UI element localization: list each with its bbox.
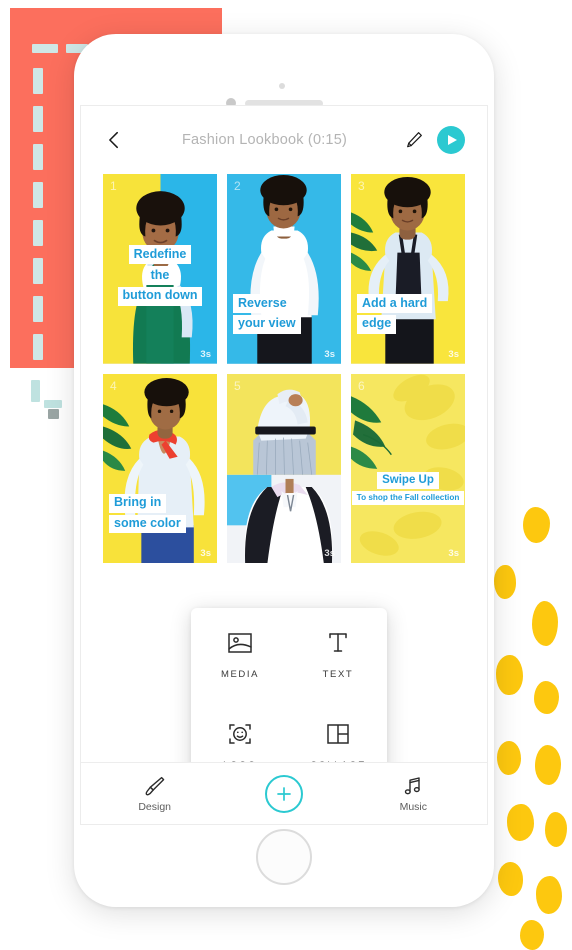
storyboard-card[interactable]: 3 Add a hard edge 3s — [351, 174, 465, 364]
toolbar-design-label: Design — [138, 801, 171, 813]
logo-smiley-icon — [229, 724, 251, 744]
caption-line: Add a hard — [357, 294, 433, 313]
card-artwork — [103, 373, 217, 564]
card-index: 6 — [358, 378, 365, 393]
menu-item-media[interactable]: MEDIA — [191, 608, 289, 699]
storyboard-card[interactable]: 5 3s — [227, 373, 341, 564]
caption-line: Reverse — [233, 294, 292, 313]
app-screen: Fashion Lookbook (0:15) 1 Redefine the b… — [80, 105, 488, 825]
header-actions — [404, 126, 465, 154]
pencil-icon[interactable] — [404, 130, 424, 150]
home-button[interactable] — [256, 829, 312, 885]
music-note-icon — [405, 777, 421, 795]
caption-line: edge — [357, 314, 397, 334]
play-icon — [447, 135, 457, 145]
card-artwork — [227, 174, 341, 364]
card-caption: Bring in some color — [109, 493, 211, 534]
app-header: Fashion Lookbook (0:15) — [81, 106, 487, 174]
card-index: 5 — [234, 378, 241, 393]
card-duration: 3s — [324, 348, 335, 360]
card-artwork — [351, 373, 465, 564]
toolbar-design-button[interactable]: Design — [118, 774, 192, 813]
card-caption: Reverse your view — [233, 294, 335, 334]
play-button[interactable] — [437, 126, 465, 154]
caption-subline: To shop the Fall collection — [351, 490, 465, 506]
text-t-icon — [329, 633, 347, 652]
caption-line: button down — [117, 286, 203, 306]
toolbar-music-label: Music — [399, 801, 428, 813]
add-button[interactable] — [264, 774, 303, 813]
storyboard-card[interactable]: 4 Bring in some color 3s — [103, 373, 217, 564]
card-index: 1 — [110, 179, 117, 193]
card-duration: 3s — [200, 348, 211, 360]
caption-line: Bring in — [109, 493, 167, 513]
storyboard-card[interactable]: 1 Redefine the button down 3s — [103, 174, 217, 364]
bottom-toolbar: Design Music — [81, 762, 487, 824]
storyboard-grid: 1 Redefine the button down 3s 2 Reverse … — [81, 174, 487, 564]
card-index: 3 — [358, 179, 365, 193]
card-duration: 3s — [324, 548, 335, 560]
caption-line: some color — [109, 514, 186, 534]
chevron-left-icon[interactable] — [103, 129, 125, 151]
scene: Fashion Lookbook (0:15) 1 Redefine the b… — [0, 0, 572, 950]
menu-item-text[interactable]: TEXT — [289, 608, 387, 699]
card-duration: 3s — [200, 548, 211, 560]
card-duration: 3s — [448, 348, 459, 360]
plus-icon — [277, 786, 291, 801]
card-artwork — [227, 373, 341, 564]
toolbar-music-button[interactable]: Music — [376, 774, 450, 813]
card-duration: 3s — [448, 548, 459, 560]
collage-grid-icon — [327, 724, 349, 744]
card-caption: Swipe Up To shop the Fall collection — [351, 471, 465, 506]
storyboard-card[interactable]: 6 Swipe Up To shop the Fall collection 3… — [351, 373, 465, 564]
card-artwork — [351, 174, 465, 364]
card-index: 4 — [110, 378, 117, 393]
phone-device: Fashion Lookbook (0:15) 1 Redefine the b… — [74, 34, 494, 907]
menu-item-label: MEDIA — [220, 669, 260, 680]
proximity-sensor-icon — [279, 83, 285, 89]
media-image-icon — [228, 633, 252, 653]
caption-line: Swipe Up — [377, 471, 439, 489]
storyboard-card[interactable]: 2 Reverse your view 3s — [227, 174, 341, 364]
page-title: Fashion Lookbook (0:15) — [181, 132, 347, 148]
card-caption: Redefine the button down — [109, 245, 211, 306]
menu-item-label: TEXT — [322, 669, 354, 680]
caption-line: the — [145, 266, 175, 285]
card-caption: Add a hard edge — [357, 294, 459, 334]
brush-icon — [145, 776, 164, 796]
caption-line: Redefine — [128, 245, 192, 265]
caption-line: your view — [233, 314, 301, 334]
card-index: 2 — [234, 179, 241, 193]
